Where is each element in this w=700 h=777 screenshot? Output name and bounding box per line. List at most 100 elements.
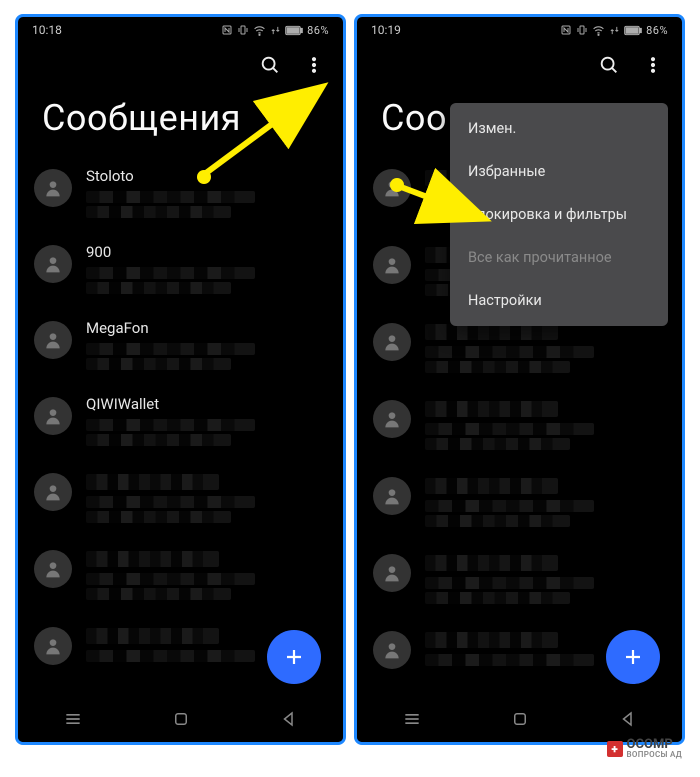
blurred-preview bbox=[86, 588, 231, 600]
sender-name: QIWIWallet bbox=[86, 395, 327, 413]
blurred-sender bbox=[425, 555, 558, 571]
avatar bbox=[34, 245, 72, 283]
blurred-preview bbox=[425, 654, 594, 666]
wifi-icon bbox=[253, 24, 266, 37]
watermark: + OCOMP ВОПРОСЫ АД bbox=[607, 738, 682, 759]
nav-home-icon[interactable] bbox=[511, 710, 529, 732]
avatar bbox=[34, 397, 72, 435]
blurred-sender bbox=[425, 478, 558, 494]
more-icon[interactable] bbox=[642, 54, 664, 76]
watermark-sub: ВОПРОСЫ АД bbox=[627, 751, 682, 759]
nav-back-icon[interactable] bbox=[280, 710, 298, 732]
status-icons: 86% bbox=[221, 24, 329, 37]
message-row[interactable]: 900 bbox=[28, 233, 333, 309]
blurred-sender bbox=[86, 628, 219, 644]
app-bar bbox=[357, 43, 682, 87]
wifi-icon bbox=[592, 24, 605, 37]
nav-recent-icon[interactable] bbox=[402, 709, 422, 733]
blurred-preview bbox=[425, 515, 570, 527]
watermark-badge-icon: + bbox=[607, 741, 623, 757]
nfc-icon bbox=[221, 24, 233, 36]
message-row[interactable] bbox=[367, 465, 672, 542]
blurred-preview bbox=[86, 282, 231, 294]
message-list: Stoloto 900 MegaFon QIWIWalle bbox=[18, 157, 343, 677]
message-row[interactable] bbox=[367, 388, 672, 465]
avatar bbox=[373, 400, 411, 438]
nfc-icon bbox=[560, 24, 572, 36]
phone-right: 10:19 86% Соо Измен. Избранные Блокировк… bbox=[354, 14, 685, 745]
message-row[interactable]: MegaFon bbox=[28, 309, 333, 385]
avatar bbox=[34, 321, 72, 359]
blurred-preview bbox=[86, 496, 255, 508]
blurred-preview bbox=[86, 650, 255, 662]
blurred-sender bbox=[425, 401, 558, 417]
menu-item-settings[interactable]: Настройки bbox=[450, 279, 668, 322]
sender-name: Stoloto bbox=[86, 167, 327, 185]
avatar bbox=[34, 627, 72, 665]
status-time: 10:18 bbox=[32, 23, 62, 37]
avatar bbox=[373, 477, 411, 515]
blurred-preview bbox=[425, 423, 594, 435]
menu-item-block-filters[interactable]: Блокировка и фильтры bbox=[450, 193, 668, 236]
vibrate-icon bbox=[237, 24, 249, 36]
menu-item-mark-read[interactable]: Все как прочитанное bbox=[450, 236, 668, 279]
app-bar bbox=[18, 43, 343, 87]
menu-item-favorites[interactable]: Избранные bbox=[450, 150, 668, 193]
avatar bbox=[34, 473, 72, 511]
message-row[interactable]: QIWIWallet bbox=[28, 385, 333, 461]
blurred-sender bbox=[86, 474, 219, 490]
blurred-preview bbox=[86, 419, 255, 431]
vibrate-icon bbox=[576, 24, 588, 36]
message-row[interactable]: Stoloto bbox=[28, 157, 333, 233]
message-row[interactable] bbox=[367, 542, 672, 619]
compose-fab[interactable] bbox=[606, 630, 660, 684]
avatar bbox=[373, 246, 411, 284]
page-title: Сообщения bbox=[18, 87, 343, 157]
blurred-preview bbox=[425, 592, 570, 604]
mobile-data-icon bbox=[609, 25, 620, 36]
search-icon[interactable] bbox=[598, 54, 620, 76]
blurred-preview bbox=[86, 511, 231, 523]
blurred-preview bbox=[86, 573, 255, 585]
nav-bar bbox=[18, 700, 343, 742]
nav-home-icon[interactable] bbox=[172, 710, 190, 732]
blurred-sender bbox=[425, 632, 558, 648]
search-icon[interactable] bbox=[259, 54, 281, 76]
blurred-preview bbox=[86, 358, 231, 370]
status-bar: 10:18 86% bbox=[18, 17, 343, 43]
avatar bbox=[34, 169, 72, 207]
more-icon[interactable] bbox=[303, 54, 325, 76]
message-row[interactable] bbox=[28, 538, 333, 615]
battery-icon bbox=[624, 25, 642, 36]
blurred-preview bbox=[86, 191, 255, 203]
avatar bbox=[373, 323, 411, 361]
blurred-preview bbox=[86, 267, 255, 279]
nav-back-icon[interactable] bbox=[619, 710, 637, 732]
phone-left: 10:18 86% Сообщения Stoloto bbox=[15, 14, 346, 745]
blurred-sender bbox=[86, 551, 219, 567]
avatar bbox=[373, 631, 411, 669]
avatar bbox=[34, 550, 72, 588]
menu-item-edit[interactable]: Измен. bbox=[450, 107, 668, 150]
message-row[interactable] bbox=[28, 461, 333, 538]
sender-name: MegaFon bbox=[86, 319, 327, 337]
blurred-preview bbox=[425, 500, 594, 512]
blurred-preview bbox=[425, 361, 570, 373]
blurred-preview bbox=[86, 434, 231, 446]
status-bar: 10:19 86% bbox=[357, 17, 682, 43]
nav-bar bbox=[357, 700, 682, 742]
overflow-menu: Измен. Избранные Блокировка и фильтры Вс… bbox=[450, 103, 668, 326]
status-icons: 86% bbox=[560, 24, 668, 37]
nav-recent-icon[interactable] bbox=[63, 709, 83, 733]
blurred-preview bbox=[86, 206, 231, 218]
status-time: 10:19 bbox=[371, 23, 401, 37]
blurred-preview bbox=[425, 577, 594, 589]
blurred-preview bbox=[86, 343, 255, 355]
avatar bbox=[373, 554, 411, 592]
compose-fab[interactable] bbox=[267, 630, 321, 684]
battery-percent: 86% bbox=[307, 24, 329, 37]
blurred-preview bbox=[425, 346, 594, 358]
battery-percent: 86% bbox=[646, 24, 668, 37]
avatar bbox=[373, 169, 411, 207]
blurred-preview bbox=[425, 438, 570, 450]
